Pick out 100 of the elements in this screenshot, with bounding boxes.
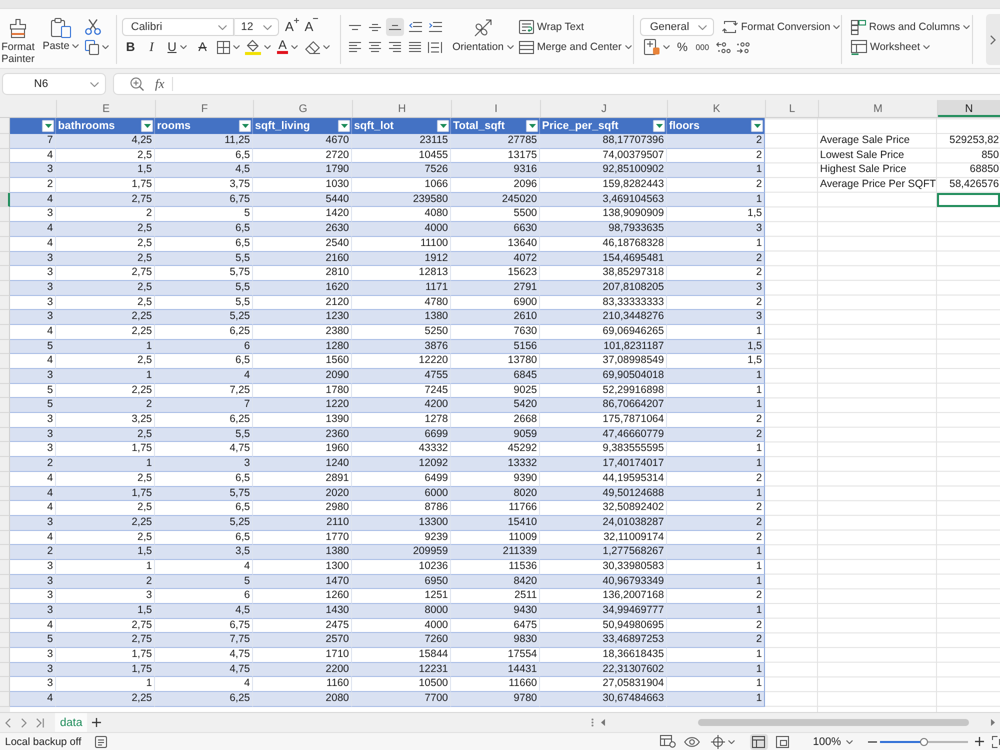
cell-format-button[interactable] [644, 37, 670, 57]
table-cell: 1,75 [56, 178, 155, 193]
table-cell: 1912 [352, 252, 451, 266]
filter-button[interactable] [751, 120, 763, 132]
column-heading[interactable]: G [253, 100, 352, 117]
crosshair-button[interactable] [710, 734, 735, 750]
table-cell: 1380 [253, 545, 352, 560]
column-heading[interactable]: H [352, 100, 451, 117]
format-painter-button[interactable]: Format Painter [0, 17, 36, 65]
table-cell: 2,5 [56, 280, 155, 296]
paste-button[interactable]: Paste [45, 17, 77, 52]
table-cell: 6845 [451, 369, 540, 384]
grow-font-button[interactable]: A [285, 18, 299, 36]
table-cell: 38,85297318 [540, 266, 667, 281]
table-cell: 3 [10, 280, 56, 296]
merge-and-center-button[interactable]: Merge and Center [519, 37, 632, 57]
table-cell: 3 [155, 457, 253, 472]
page-layout-button[interactable] [774, 734, 792, 750]
filter-button[interactable] [141, 120, 153, 132]
caret-down-icon [963, 25, 970, 29]
table-cell: 9830 [451, 633, 540, 648]
name-box[interactable]: N6 [2, 73, 106, 95]
filter-button[interactable] [239, 120, 251, 132]
table-cell: 1420 [253, 207, 352, 222]
table-cell: 2 [10, 457, 56, 472]
table-cell: 175,7871064 [540, 413, 667, 428]
italic-button[interactable]: I [143, 37, 160, 57]
sheet-tab[interactable]: data [55, 713, 88, 732]
underline-button[interactable]: U [164, 37, 190, 57]
filter-button[interactable] [437, 120, 449, 132]
wrap-text-button[interactable]: Wrap Text [519, 17, 632, 37]
table-cell: 3,25 [56, 413, 155, 428]
align-right-icon [389, 42, 401, 52]
table-cell: 1220 [253, 398, 352, 414]
fit-window-button[interactable] [992, 734, 1000, 750]
table-cell: 2511 [451, 589, 540, 604]
sheet-list-button[interactable] [95, 734, 108, 750]
table-settings-button[interactable] [660, 734, 676, 750]
row-header[interactable] [0, 192, 10, 208]
table-cell: 5 [155, 207, 253, 222]
thousands-separator-button[interactable]: 000 [696, 37, 710, 57]
triangle-down-icon [656, 124, 662, 128]
table-cell: 30,33980583 [540, 560, 667, 575]
chevron-down-icon [218, 24, 227, 30]
caret-down-icon [728, 740, 735, 744]
column-heading[interactable]: K [667, 100, 765, 117]
table-cell: 13175 [451, 148, 540, 164]
zoom-level-button[interactable]: 100% [812, 734, 853, 750]
minus-icon [313, 18, 318, 19]
strikethrough-button[interactable]: A [194, 37, 211, 57]
column-heading[interactable]: L [765, 100, 818, 117]
font-color-button[interactable]: A [275, 37, 300, 57]
number-format-dropdown[interactable]: General [640, 18, 714, 36]
orientation-button[interactable]: Orientation [452, 17, 514, 53]
font-name-dropdown[interactable]: Calibri [122, 18, 234, 36]
column-heading[interactable]: N [937, 100, 1000, 117]
filter-button[interactable] [42, 120, 54, 132]
rows-and-columns-button[interactable]: Rows and Columns [851, 17, 970, 37]
indent-increase-icon [428, 22, 442, 32]
table-cell: 1 [667, 236, 765, 252]
minus-icon [868, 740, 877, 742]
normal-view-button[interactable] [750, 734, 768, 750]
scrollbar-thumb[interactable] [698, 719, 969, 726]
table-cell: 4 [10, 486, 56, 502]
font-size-dropdown[interactable]: 12 [234, 18, 279, 36]
zoom-slider-thumb[interactable] [920, 738, 928, 746]
selected-cell[interactable] [937, 192, 1000, 208]
column-heading[interactable]: I [451, 100, 540, 117]
percent-button[interactable]: % [677, 37, 688, 57]
filter-button[interactable] [338, 120, 350, 132]
fill-color-button[interactable] [245, 37, 271, 57]
bold-button[interactable]: B [122, 37, 139, 57]
table-cell: 2,5 [56, 148, 155, 164]
copy-button[interactable] [85, 37, 109, 57]
scissors-icon [85, 19, 101, 35]
column-heading[interactable]: F [155, 100, 253, 117]
column-heading[interactable]: E [56, 100, 155, 117]
table-cell: 6900 [451, 296, 540, 310]
align-bottom-button[interactable] [386, 18, 404, 36]
table-cell: 14431 [451, 662, 540, 678]
format-conversion-button[interactable]: Format Conversion [722, 17, 840, 37]
table-cell: 1 [667, 486, 765, 502]
column-heading[interactable]: J [540, 100, 667, 117]
table-cell: 11,25 [155, 134, 253, 149]
table-cell: 4 [10, 222, 56, 237]
formula-field[interactable]: fx [113, 73, 1000, 95]
table-cell: 2540 [253, 236, 352, 252]
table-cell: 1030 [253, 178, 352, 193]
table-cell: 15410 [451, 516, 540, 531]
table-cell: 4080 [352, 207, 451, 222]
table-cell: 3 [10, 163, 56, 178]
filter-button[interactable] [653, 120, 665, 132]
clipboard-icon [50, 17, 72, 39]
filter-button[interactable] [526, 120, 538, 132]
table-cell: 2,25 [56, 516, 155, 531]
insert-function-button[interactable]: fx [155, 76, 164, 92]
worksheet-button[interactable]: Worksheet [851, 37, 930, 57]
document-icon [644, 39, 660, 55]
table-cell: 6,5 [155, 354, 253, 370]
shrink-font-button[interactable]: A [304, 18, 318, 36]
